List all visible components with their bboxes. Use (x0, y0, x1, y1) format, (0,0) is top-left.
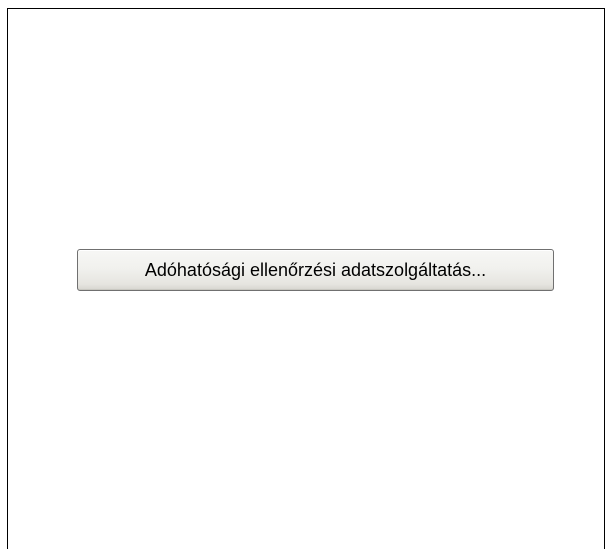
screen: Adóhatósági ellenőrzési adatszolgáltatás… (0, 0, 615, 549)
tax-audit-data-export-button-label: Adóhatósági ellenőrzési adatszolgáltatás… (144, 259, 487, 280)
tax-audit-data-export-button[interactable]: Adóhatósági ellenőrzési adatszolgáltatás… (77, 249, 554, 291)
